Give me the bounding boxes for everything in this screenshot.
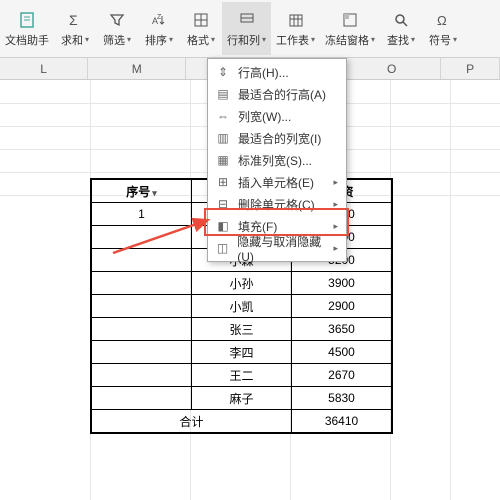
sum-button[interactable]: Σ 求和▾ <box>54 2 96 55</box>
insert-icon: ⊞ <box>214 174 232 190</box>
col-header-P[interactable]: P <box>441 58 500 79</box>
col-header-O[interactable]: O <box>343 58 441 79</box>
caret-icon: ▾ <box>311 35 315 44</box>
freeze-icon <box>340 10 360 30</box>
freeze-button[interactable]: 冻结窗格▾ <box>320 2 380 55</box>
omega-icon: Ω <box>433 10 453 30</box>
search-icon <box>391 10 411 30</box>
std-width-icon: ▦ <box>214 152 232 168</box>
caret-icon: ▾ <box>127 35 131 44</box>
caret-icon: ▾ <box>411 35 415 44</box>
row-col-button[interactable]: 行和列▾ <box>222 2 271 55</box>
chevron-right-icon: ▸ <box>333 243 338 254</box>
caret-icon: ▾ <box>85 35 89 44</box>
auto-width-icon: ▥ <box>214 130 232 146</box>
chevron-right-icon: ▸ <box>333 199 338 210</box>
row-col-dropdown: ⇕行高(H)... ▤最适合的行高(A) ⇔列宽(W)... ▥最适合的列宽(I… <box>207 58 347 262</box>
filter-label: 筛选 <box>103 32 125 48</box>
caret-icon: ▾ <box>371 35 375 44</box>
row-col-label: 行和列 <box>227 32 260 48</box>
find-button[interactable]: 查找▾ <box>380 2 422 55</box>
symbol-button[interactable]: Ω 符号▾ <box>422 2 464 55</box>
fill-icon: ◧ <box>214 218 232 234</box>
sort-label: 排序 <box>145 32 167 48</box>
sigma-icon: Σ <box>65 10 85 30</box>
rowcol-icon <box>237 10 257 30</box>
col-header-M[interactable]: M <box>88 58 186 79</box>
menu-insert-cell[interactable]: ⊞插入单元格(E)▸ <box>208 171 346 193</box>
caret-icon: ▾ <box>211 35 215 44</box>
menu-std-col-width[interactable]: ▦标准列宽(S)... <box>208 149 346 171</box>
filter-button[interactable]: 筛选▾ <box>96 2 138 55</box>
svg-text:Z: Z <box>157 14 162 21</box>
table-row: 小凯2900 <box>92 295 392 318</box>
caret-icon: ▾ <box>453 35 457 44</box>
ribbon-toolbar: 文档助手 Σ 求和▾ 筛选▾ AZ 排序▾ 格式▾ 行和列▾ 工作表▾ 冻结窗格… <box>0 0 500 58</box>
sort-icon: AZ <box>149 10 169 30</box>
caret-icon: ▾ <box>169 35 173 44</box>
svg-text:Ω: Ω <box>437 13 447 28</box>
table-row-total: 合计36410 <box>92 410 392 433</box>
doc-helper-label: 文档助手 <box>5 32 49 48</box>
chevron-right-icon: ▸ <box>333 177 338 188</box>
table-row: 麻子5830 <box>92 387 392 410</box>
row-height-icon: ⇕ <box>214 64 232 80</box>
menu-col-width[interactable]: ⇔列宽(W)... <box>208 105 346 127</box>
col-width-icon: ⇔ <box>214 108 232 124</box>
sheet-icon <box>286 10 306 30</box>
format-button[interactable]: 格式▾ <box>180 2 222 55</box>
caret-icon: ▾ <box>262 35 266 44</box>
menu-auto-row-height[interactable]: ▤最适合的行高(A) <box>208 83 346 105</box>
table-row: 张三3650 <box>92 318 392 341</box>
table-row: 李四4500 <box>92 341 392 364</box>
chevron-right-icon: ▸ <box>333 221 338 232</box>
menu-delete-cell[interactable]: ⊟删除单元格(C)▸ <box>208 193 346 215</box>
doc-helper-button[interactable]: 文档助手 <box>0 2 54 55</box>
th-seq[interactable]: 序号▾ <box>92 180 192 203</box>
menu-auto-col-width[interactable]: ▥最适合的列宽(I) <box>208 127 346 149</box>
doc-icon <box>17 10 37 30</box>
auto-height-icon: ▤ <box>214 86 232 102</box>
table-row: 小孙3900 <box>92 272 392 295</box>
funnel-icon <box>107 10 127 30</box>
menu-row-height[interactable]: ⇕行高(H)... <box>208 61 346 83</box>
sort-button[interactable]: AZ 排序▾ <box>138 2 180 55</box>
delete-icon: ⊟ <box>214 196 232 212</box>
hide-icon: ◫ <box>214 240 231 256</box>
col-header-L[interactable]: L <box>0 58 88 79</box>
worksheet-label: 工作表 <box>276 32 309 48</box>
freeze-label: 冻结窗格 <box>325 32 369 48</box>
grid-icon <box>191 10 211 30</box>
worksheet-button[interactable]: 工作表▾ <box>271 2 320 55</box>
table-row: 王二2670 <box>92 364 392 387</box>
sum-label: 求和 <box>61 32 83 48</box>
menu-hide-unhide[interactable]: ◫隐藏与取消隐藏(U)▸ <box>208 237 346 259</box>
svg-text:Σ: Σ <box>69 12 78 28</box>
symbol-label: 符号 <box>429 32 451 48</box>
find-label: 查找 <box>387 32 409 48</box>
format-label: 格式 <box>187 32 209 48</box>
